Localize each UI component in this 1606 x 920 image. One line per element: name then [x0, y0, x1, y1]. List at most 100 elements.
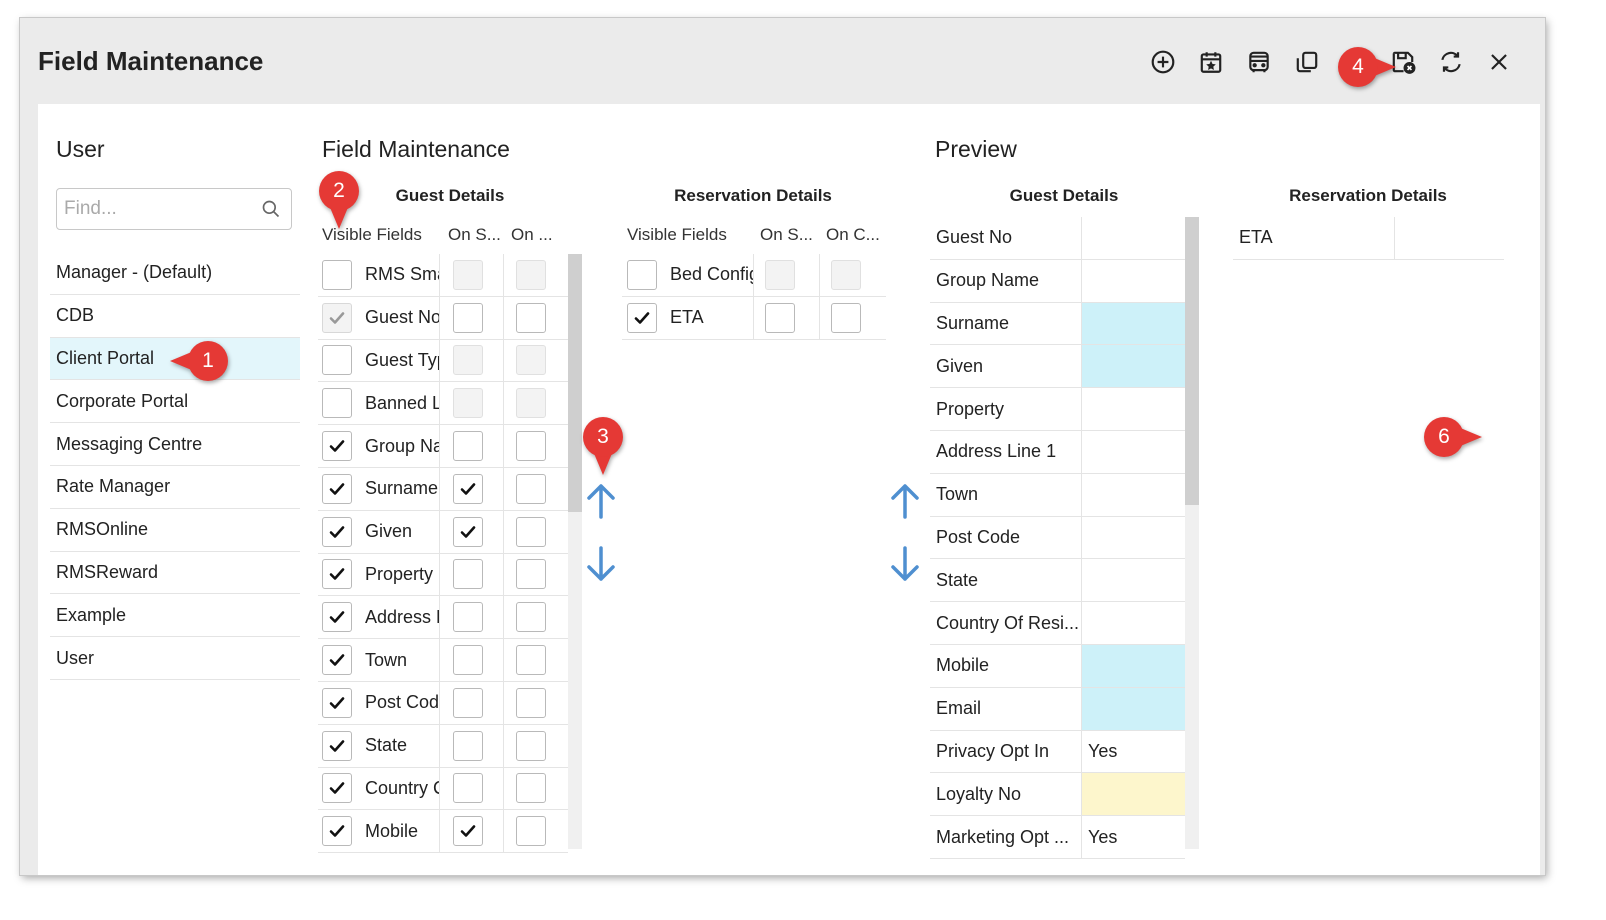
checkbox[interactable] [516, 602, 546, 633]
refresh-button[interactable] [1427, 44, 1475, 80]
checkbox[interactable] [831, 302, 861, 333]
checkbox[interactable] [322, 345, 352, 376]
checkbox[interactable] [322, 516, 352, 547]
calendar-button[interactable] [1187, 44, 1235, 80]
user-list-item[interactable]: RMSReward [50, 552, 300, 595]
field-label: Mobile [365, 820, 419, 841]
guest-field-row: State [318, 724, 568, 768]
checkbox[interactable] [322, 473, 352, 504]
preview-value [1082, 345, 1185, 388]
copy-button[interactable] [1283, 44, 1331, 80]
checkbox [453, 345, 483, 376]
add-button[interactable] [1139, 44, 1187, 80]
check-icon [460, 825, 476, 838]
checkbox[interactable] [516, 645, 546, 676]
save-close-button[interactable] [1379, 44, 1427, 80]
checkbox[interactable] [453, 687, 483, 718]
checkbox[interactable] [453, 730, 483, 761]
reservation-field-row: Bed Config [622, 254, 886, 297]
checkbox [516, 388, 546, 419]
checkbox[interactable] [453, 816, 483, 847]
rd-col-on-s: On S... [760, 225, 813, 244]
checkbox[interactable] [516, 687, 546, 718]
user-list-item[interactable]: Messaging Centre [50, 423, 300, 466]
checkbox[interactable] [453, 559, 483, 590]
checkbox[interactable] [453, 602, 483, 633]
field-label: Banned L [365, 392, 440, 413]
field-label: Guest Typ [365, 349, 440, 370]
scrollbar-thumb[interactable] [1185, 217, 1199, 505]
close-button[interactable] [1475, 44, 1523, 80]
guest-field-row: Group Na [318, 425, 568, 468]
preview-value [1082, 260, 1185, 302]
checkbox[interactable] [453, 773, 483, 804]
user-list-item[interactable]: Example [50, 594, 300, 638]
checkbox[interactable] [322, 602, 352, 633]
preview-value [1082, 645, 1185, 687]
guest-details-scrollbar[interactable] [568, 254, 582, 849]
preview-value [1082, 602, 1185, 644]
checkbox[interactable] [453, 645, 483, 676]
checkbox[interactable] [627, 302, 657, 333]
checkbox[interactable] [322, 773, 352, 804]
checkbox[interactable] [516, 816, 546, 847]
checkbox[interactable] [322, 645, 352, 676]
user-list-item[interactable]: RMSOnline [50, 509, 300, 552]
check-icon [329, 611, 345, 624]
check-icon [329, 739, 345, 752]
checkbox[interactable] [627, 259, 657, 290]
copy-icon [1296, 51, 1318, 73]
preview-move-up-button[interactable] [888, 481, 922, 521]
bus-button[interactable] [1235, 44, 1283, 80]
checkbox[interactable] [516, 730, 546, 761]
checkbox[interactable] [322, 388, 352, 419]
checkbox[interactable] [516, 431, 546, 462]
checkbox[interactable] [322, 730, 352, 761]
check-icon [329, 697, 345, 709]
search-input[interactable] [64, 198, 254, 220]
search-icon[interactable] [261, 199, 281, 219]
move-up-button[interactable] [584, 481, 618, 521]
add-icon [1151, 50, 1175, 74]
user-list-item[interactable]: Rate Manager [50, 466, 300, 509]
checkbox[interactable] [322, 687, 352, 718]
checkbox[interactable] [322, 431, 352, 462]
arrow-down-icon [587, 546, 615, 581]
checkbox[interactable] [516, 559, 546, 590]
checkbox[interactable] [516, 473, 546, 504]
content-panel: User Manager - (Default)CDBClient Portal… [38, 104, 1540, 875]
checkbox[interactable] [516, 773, 546, 804]
checkbox[interactable] [453, 516, 483, 547]
checkbox[interactable] [453, 473, 483, 504]
check-icon [634, 311, 650, 324]
preview-scrollbar[interactable] [1185, 217, 1199, 849]
scrollbar-thumb[interactable] [568, 254, 582, 512]
checkbox[interactable] [322, 816, 352, 847]
checkbox[interactable] [322, 559, 352, 590]
checkbox[interactable] [516, 302, 546, 333]
checkbox[interactable] [322, 259, 352, 290]
checkbox[interactable] [453, 302, 483, 333]
guest-field-row: Guest Typ [318, 339, 568, 383]
preview-move-down-button[interactable] [888, 544, 922, 584]
user-list-item[interactable]: User [50, 637, 300, 680]
preview-guest-row: Mobile [930, 645, 1185, 688]
preview-value: Yes [1088, 826, 1118, 847]
checkbox[interactable] [453, 431, 483, 462]
move-down-button[interactable] [584, 544, 618, 584]
preview-value [1082, 773, 1185, 816]
preview-label: Loyalty No [930, 773, 1082, 816]
rd-col-on-c: On C... [826, 225, 880, 244]
callout-badge: 2 [319, 171, 359, 229]
checkbox[interactable] [516, 516, 546, 547]
preview-guest-row: Post Code [930, 516, 1185, 560]
preview-value [1082, 474, 1185, 516]
preview-label: Surname [930, 302, 1082, 345]
preview-reservation-details-title: Reservation Details [1289, 186, 1447, 205]
preview-guest-row: Town [930, 473, 1185, 517]
save-close-icon [1392, 51, 1416, 74]
user-list-item[interactable]: CDB [50, 295, 300, 338]
checkbox[interactable] [765, 302, 795, 333]
user-list-item[interactable]: Manager - (Default) [50, 252, 300, 295]
user-list-item[interactable]: Corporate Portal [50, 380, 300, 424]
